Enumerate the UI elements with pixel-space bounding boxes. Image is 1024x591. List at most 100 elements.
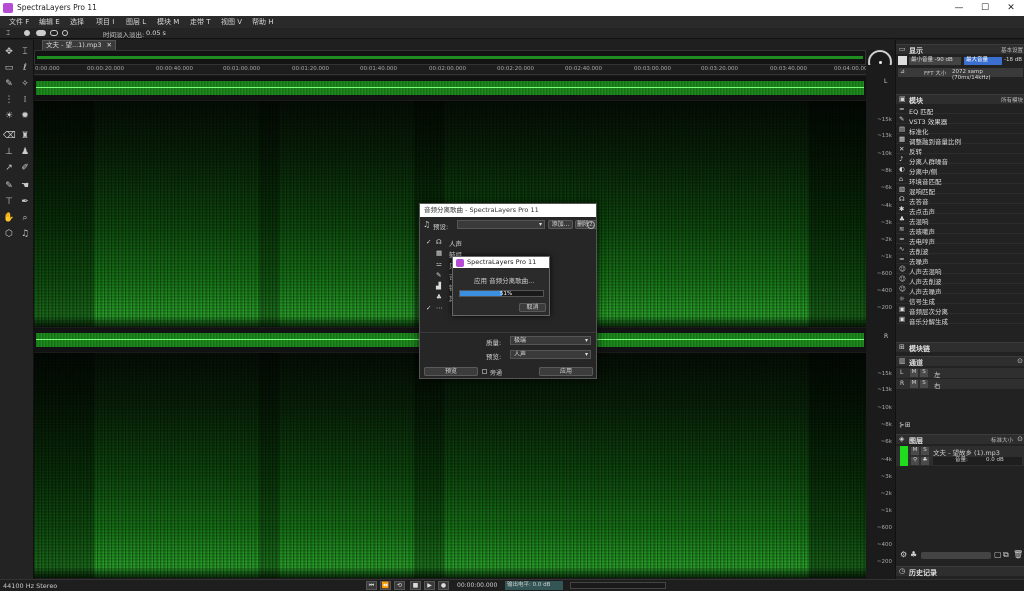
menu-modules[interactable]: 模块 M <box>157 17 179 27</box>
menu-view[interactable]: 视图 V <box>221 17 242 27</box>
module-item[interactable]: ∿ 去削波 <box>896 245 1024 256</box>
output-level-field[interactable]: 输出电平: 0.0 dB <box>505 581 563 590</box>
fade-value[interactable]: 0.05 s <box>146 29 166 37</box>
sun-tool-icon[interactable]: ☀ <box>3 110 15 122</box>
display-preset-dropdown[interactable]: 基本设置 <box>1001 46 1023 54</box>
layer-mute-button[interactable]: M <box>911 447 919 455</box>
filter-icon[interactable]: ♣ <box>910 550 917 559</box>
overview-strip[interactable] <box>34 50 866 65</box>
max-volume-field[interactable]: 最大音量 <box>964 57 1002 65</box>
transient-tool-icon[interactable]: ⁞ <box>19 94 31 106</box>
help-button[interactable]: ? <box>587 221 595 229</box>
menu-layer[interactable]: 图层 L <box>126 17 146 27</box>
settings-icon[interactable]: ⚙ <box>900 550 907 559</box>
layer-row[interactable]: M S 文夫 - 望故乡 (1).mp3 ⚲ ♣ 音量: 0.0 dB <box>896 446 1024 466</box>
gear-tool-icon[interactable]: ✹ <box>19 110 31 122</box>
channels-menu-icon[interactable]: ⊙ <box>1017 357 1023 365</box>
play-button[interactable]: ▶ <box>424 581 435 590</box>
channel-tools-icon[interactable]: ⊱⊞ <box>899 421 911 429</box>
menu-edit[interactable]: 编辑 E <box>39 17 60 27</box>
modules-filter-dropdown[interactable]: 所有模块 <box>1001 96 1023 104</box>
module-item[interactable]: ≈ 去电哼声 <box>896 235 1024 246</box>
module-item[interactable]: ☺ 人声去混响 <box>896 265 1024 276</box>
module-chain-header[interactable]: ⊞ 模块链 <box>896 342 1024 353</box>
brush-shape-outline-icon[interactable] <box>50 30 58 36</box>
menu-file[interactable]: 文件 F <box>9 17 29 27</box>
transform-tool-icon[interactable]: ⊤ <box>3 196 15 208</box>
loop-button[interactable]: ⟲ <box>394 581 405 590</box>
move-tool-icon[interactable]: ✥ <box>3 46 15 58</box>
smudge-tool-icon[interactable]: ☚ <box>19 180 31 192</box>
module-item[interactable]: ≈ 去噪声 <box>896 255 1024 266</box>
module-item[interactable]: ▤ 标准化 <box>896 125 1024 136</box>
add-preset-button[interactable]: 添加... <box>548 220 573 229</box>
layers-menu-icon[interactable]: ⊙ <box>1017 435 1023 443</box>
rewind-button[interactable]: ⏪ <box>380 581 391 590</box>
harmonic-tool-icon[interactable]: ⋮ <box>3 94 15 106</box>
clone-tool-icon[interactable]: ♜ <box>19 130 31 142</box>
new-layer-icon[interactable]: ▢ <box>994 550 1002 559</box>
module-item[interactable]: ♪ 分离人群噪音 <box>896 155 1024 166</box>
delete-layer-icon[interactable]: 🗑 <box>1013 550 1023 559</box>
solo-button[interactable]: S <box>920 369 928 377</box>
module-item[interactable]: ⌂ 环境音匹配 <box>896 175 1024 186</box>
stamp-tool-icon[interactable]: ♟ <box>19 146 31 158</box>
apply-button[interactable]: 应用 <box>539 367 593 376</box>
module-item[interactable]: ☺ 人声去噪声 <box>896 285 1024 296</box>
module-item[interactable]: ▣ 音乐分解生成 <box>896 315 1024 326</box>
brush-select-tool-icon[interactable]: ✎ <box>3 78 15 90</box>
menu-transport[interactable]: 走带 T <box>190 17 211 27</box>
close-button[interactable]: ✕ <box>998 0 1024 16</box>
min-volume-field[interactable]: 最小音量 -90 dB <box>909 57 961 65</box>
module-item[interactable]: ≈ EQ 匹配 <box>896 105 1024 116</box>
amplitude-tool-icon[interactable]: ⊥ <box>3 146 15 158</box>
module-item[interactable]: ▧ 混响匹配 <box>896 185 1024 196</box>
stop-button[interactable]: ■ <box>410 581 421 590</box>
module-item[interactable]: ☊ 去答音 <box>896 195 1024 206</box>
channel-row[interactable]: R M S 右 <box>896 379 1024 390</box>
module-item[interactable]: ☺ 人声去削波 <box>896 275 1024 286</box>
speaker-tool-icon[interactable]: ♫ <box>19 228 31 240</box>
preview-dropdown[interactable]: 人声 ▾ <box>510 350 591 359</box>
modules-panel-header[interactable]: ▣ 模块 所有模块 <box>896 94 1024 105</box>
module-item[interactable]: ◐ 分离中/侧 <box>896 165 1024 176</box>
minimize-button[interactable]: — <box>946 0 972 16</box>
eraser-tool-icon[interactable]: ⌫ <box>3 130 16 142</box>
module-item[interactable]: ≋ 去咳嗽声 <box>896 225 1024 236</box>
record-button[interactable]: ● <box>438 581 449 590</box>
magic-wand-tool-icon[interactable]: ✧ <box>19 78 31 90</box>
mute-button[interactable]: M <box>910 369 918 377</box>
time-selection-tool-icon[interactable]: ⌶ <box>19 46 31 58</box>
menu-select[interactable]: 选择 <box>70 17 84 27</box>
rectangle-select-tool-icon[interactable]: ▭ <box>3 62 15 74</box>
document-tab[interactable]: 文夫 - 望...1).mp3 ✕ <box>42 40 116 50</box>
solo-button[interactable]: S <box>920 380 928 388</box>
channels-panel-header[interactable]: ▥ 通道 ⊙ <box>896 356 1024 367</box>
fft-size-row[interactable]: ⊿ FFT 大小 2072 samp (70ms/14kHz) <box>898 68 1023 81</box>
go-to-start-button[interactable]: ⏮ <box>366 581 377 590</box>
dodge-tool-icon[interactable]: ↗ <box>3 162 15 174</box>
waveform-left-channel[interactable] <box>34 76 866 100</box>
module-item[interactable]: ▣ 音频层次分离 <box>896 305 1024 316</box>
module-item[interactable]: ☼ 信号生成 <box>896 295 1024 306</box>
maximize-button[interactable]: ☐ <box>972 0 998 16</box>
module-item[interactable]: ✎ VST3 效果器 <box>896 115 1024 126</box>
brush-shape-circle-icon[interactable] <box>24 30 30 36</box>
blend-mode-dropdown[interactable] <box>921 552 991 559</box>
layer-size-dropdown[interactable]: 标准大小 <box>991 436 1013 444</box>
mute-button[interactable]: M <box>910 380 918 388</box>
module-item[interactable]: ♣ 去混响 <box>896 215 1024 226</box>
pen-tool-icon[interactable]: ✐ <box>19 162 31 174</box>
hand-tool-icon[interactable]: ✋ <box>3 212 15 224</box>
module-item[interactable]: ▦ 调整融到音量比例 <box>896 135 1024 146</box>
quality-dropdown[interactable]: 极端 ▾ <box>510 336 591 345</box>
draw-tool-icon[interactable]: ✎ <box>3 180 15 192</box>
spectrogram-right-channel[interactable] <box>34 353 866 578</box>
layer-solo-button[interactable]: S <box>921 447 929 455</box>
brush-shape-wide-icon[interactable] <box>36 30 46 36</box>
menu-help[interactable]: 帮助 H <box>252 17 274 27</box>
brush-shape-ring-icon[interactable] <box>62 30 68 36</box>
cancel-button[interactable]: 取消 <box>519 303 546 312</box>
module-item[interactable]: ✕ 反转 <box>896 145 1024 156</box>
bypass-checkbox[interactable] <box>482 369 487 374</box>
